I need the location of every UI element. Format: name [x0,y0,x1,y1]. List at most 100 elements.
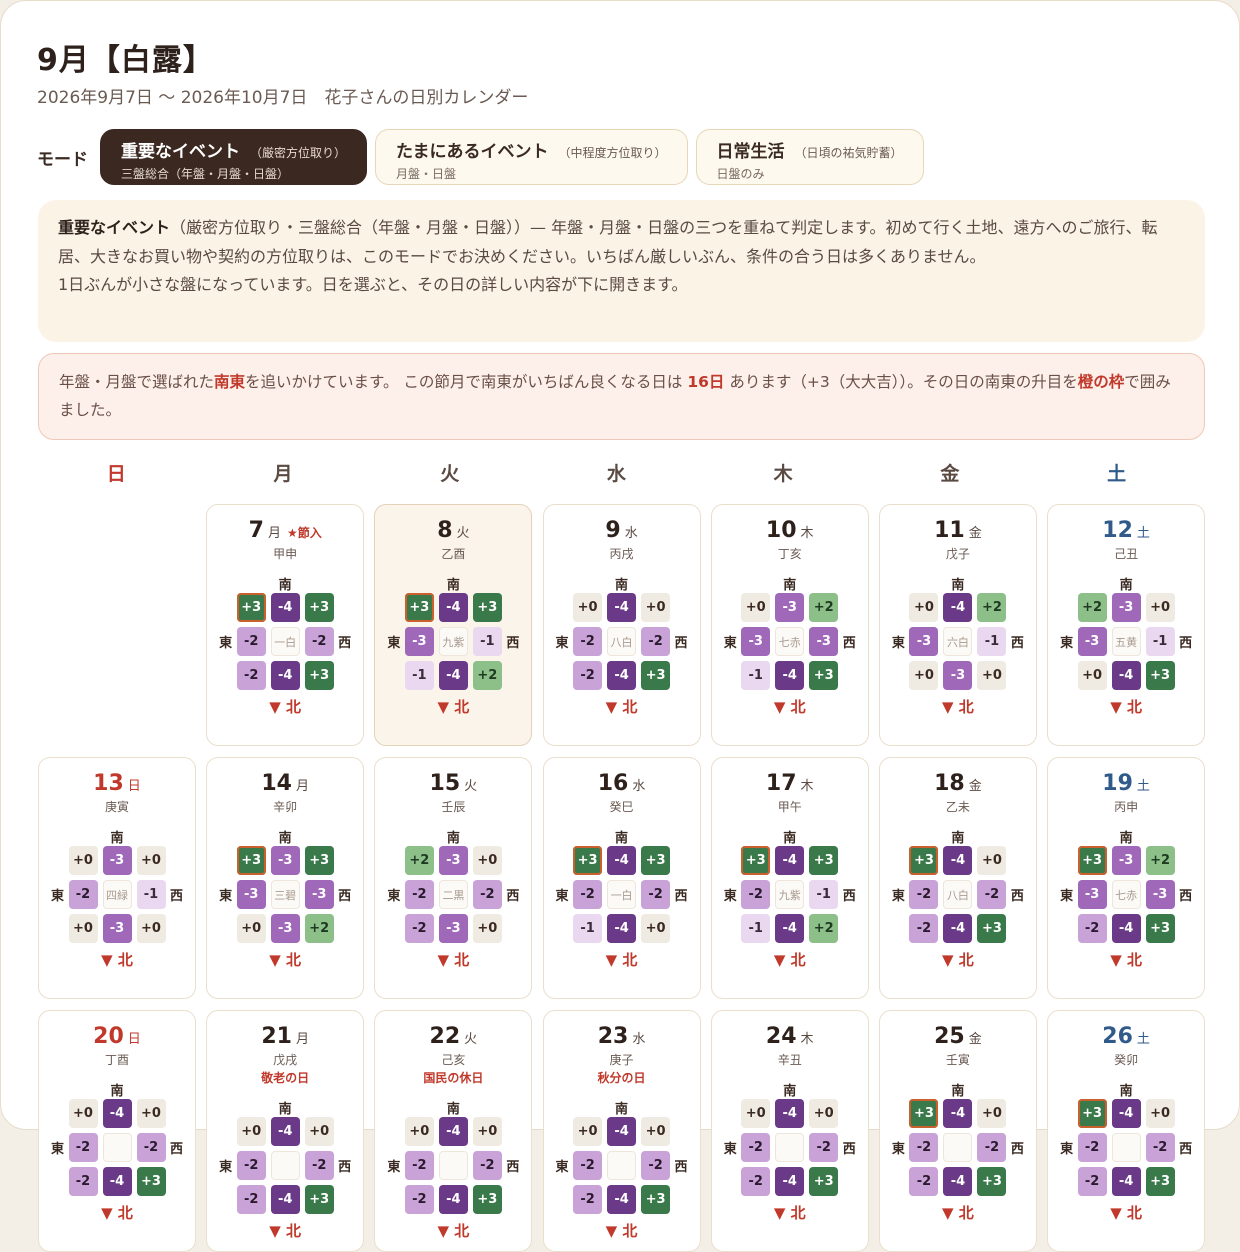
direction-board: +0 -4 +0 -2 -2 -2 -4 +3 [404,1117,502,1214]
day-kanshi: 癸卯 [1114,1053,1139,1067]
west-label: 西 [842,1142,856,1157]
center-star: 一白 [607,880,637,909]
day-cell[interactable]: 24 木辛丑南東 +0 -4 +0 -2 -2 -2 -4 +3 西 ▼ 北 [710,1010,869,1252]
south-label: 南 [446,1102,460,1117]
direction-cell: -4 [270,661,300,690]
day-cell[interactable]: 12 土己丑南東 +2 -3 +0 -3 五黄 -1 +0 -4 +3 西 ▼ 北 [1047,504,1206,746]
east-label: 東 [387,1160,401,1175]
day-kanshi: 壬寅 [945,1053,970,1067]
day-kanshi: 乙酉 [441,547,466,561]
day-cell[interactable]: 15 火壬辰南東 +2 -3 +0 -2 二黒 -2 -2 -3 +0 西 ▼ 北 [374,757,533,999]
weekday-fri: 金 [940,463,960,485]
day-kanshi: 甲午 [777,800,802,814]
day-kanshi: 癸巳 [609,800,634,814]
day-number: 18 [934,771,965,796]
direction-board: +3 -4 +3 -2 一白 -2 -1 -4 +0 [573,846,671,943]
direction-cell: +0 [236,1117,266,1146]
direction-board: +2 -3 +0 -2 二黒 -2 -2 -3 +0 [404,846,502,943]
direction-cell: +0 [641,914,671,943]
day-cell[interactable]: 17 木甲午南東 +3 -4 +3 -2 九紫 -1 -1 -4 +2 西 ▼ 北 [710,757,869,999]
direction-cell: -2 [236,1185,266,1214]
west-label: 西 [506,889,520,904]
day-kanshi: 己亥 [441,1053,466,1067]
center-star [607,1151,637,1180]
day-number: 17 [765,771,797,796]
day-cell[interactable]: 22 火己亥 国民の休日南東 +0 -4 +0 -2 -2 -2 -4 +3 西 ▼ 北 [374,1010,533,1252]
day-weekday: 日 [127,779,141,794]
north-label: ▼ 北 [773,1204,806,1222]
day-weekday: 土 [1136,779,1150,794]
holiday-label: 秋分の日 [597,1071,646,1085]
day-kanshi: 辛丑 [777,1053,802,1067]
direction-cell: -2 [1077,1133,1107,1162]
page-subtitle: 2026年9月7日 〜 2026年10月7日 花子さんの日別カレンダー [37,88,529,108]
day-cell[interactable]: 21 月戊戌 敬老の日南東 +0 -4 +0 -2 -2 -2 -4 +3 西 ▼ 北 [206,1010,365,1252]
direction-cell: -4 [775,914,805,943]
weekday-sat: 土 [1107,463,1127,485]
south-label: 南 [278,578,292,593]
day-cell[interactable]: 20 日丁酉南東 +0 -4 +0 -2 -2 -2 -4 +3 西 ▼ 北 [38,1010,196,1252]
north-label: ▼ 北 [1110,1204,1142,1222]
direction-cell: +3 [136,1167,166,1196]
center-star [438,1151,468,1180]
day-weekday: 金 [968,779,982,794]
north-label: ▼ 北 [1110,951,1142,969]
direction-cell: -2 [472,1151,502,1180]
direction-cell: -2 [404,1151,434,1180]
day-cell[interactable]: 14 月辛卯南東 +3 -3 +3 -3 三碧 -3 +0 -3 +2 西 ▼ 北 [206,757,365,999]
day-cell[interactable]: 8 火乙酉南東 +3 -4 +3 -3 九紫 -1 -1 -4 +2 西 ▼ 北 [374,504,533,746]
direction-cell: -1 [136,880,166,909]
day-cell[interactable]: 23 水庚子 秋分の日南東 +0 -4 +0 -2 -2 -2 -4 +3 西 ▼ 北 [542,1010,701,1252]
direction-cell: -2 [404,1185,434,1214]
direction-cell: +3 [472,1185,502,1214]
day-number: 13 [93,771,124,796]
west-label: 西 [674,636,688,651]
west-label: 西 [1179,636,1193,651]
north-label: ▼ 北 [605,1222,638,1240]
direction-cell: -1 [977,627,1007,656]
direction-cell: +0 [977,1099,1007,1128]
day-cell[interactable]: 19 土丙申南東 +3 -3 +2 -3 七赤 -3 -2 -4 +3 西 ▼ 北 [1047,757,1206,999]
direction-cell: +2 [977,593,1007,622]
east-label: 東 [555,636,569,651]
direction-cell: +2 [1145,846,1175,875]
direction-cell: +3 [1077,1099,1107,1128]
weekday-wed: 水 [606,463,626,485]
mode-button-daily[interactable]: 日常生活 （日頃の祐気貯蓄） 日盤のみ [695,129,924,185]
day-weekday: 月 [295,1032,309,1047]
direction-cell: -2 [809,1133,839,1162]
notice-text: あります（+3（大大吉））。その日の南東の升目を [724,373,1078,391]
west-label: 西 [1010,636,1024,651]
south-label: 南 [783,831,797,846]
day-kanshi: 辛卯 [273,800,298,814]
day-cell[interactable]: 11 金戊子南東 +0 -4 +2 -3 六白 -1 +0 -3 +0 西 ▼ 北 [878,504,1037,746]
east-label: 東 [723,1142,737,1157]
direction-board: +3 -4 +3 -3 九紫 -1 -1 -4 +2 [404,593,502,690]
day-cell[interactable]: 25 金壬寅南東 +3 -4 +0 -2 -2 -2 -4 +3 西 ▼ 北 [878,1010,1037,1252]
direction-board: +3 -4 +3 -2 九紫 -1 -1 -4 +2 [741,846,839,943]
day-cell[interactable]: 18 金乙未南東 +3 -4 +0 -2 八白 -2 -2 -4 +3 西 ▼ 北 [878,757,1037,999]
west-label: 西 [1179,889,1193,904]
day-cell[interactable]: 10 木丁亥南東 +0 -3 +2 -3 七赤 -3 -1 -4 +3 西 ▼ 北 [710,504,869,746]
day-cell[interactable]: 26 土癸卯南東 +3 -4 +0 -2 -2 -2 -4 +3 西 ▼ 北 [1047,1010,1206,1252]
day-number: 10 [765,518,797,543]
direction-cell: +0 [68,1099,98,1128]
day-cell[interactable]: 16 水癸巳南東 +3 -4 +3 -2 一白 -2 -1 -4 +0 西 ▼ 北 [542,757,701,999]
day-cell[interactable]: 13 日庚寅南東 +0 -3 +0 -2 四緑 -1 +0 -3 +0 西 ▼ 北 [38,757,196,999]
day-kanshi: 丁亥 [777,547,802,561]
mode-button-occasional[interactable]: たまにあるイベント （中程度方位取り） 月盤・日盤 [375,129,688,185]
east-label: 東 [891,636,905,651]
mode-button-important[interactable]: 重要なイベント （厳密方位取り） 三盤総合（年盤・月盤・日盤） [100,129,368,185]
direction-cell: -3 [741,627,771,656]
center-star: 四緑 [102,880,132,909]
day-cell[interactable]: 7 月 ★節入 甲申南東 +3 -4 +3 -2 一白 -2 -2 -4 +3 西 ▼ 北 [206,504,365,746]
direction-cell: +2 [304,914,334,943]
direction-cell: +3 [1145,914,1175,943]
direction-cell: -4 [270,593,300,622]
south-label: 南 [1119,1084,1133,1099]
direction-cell: -1 [404,661,434,690]
weekday-header: 日 月 火 水 木 金 土 [38,459,1205,486]
day-cell[interactable]: 9 水丙戌南東 +0 -4 +0 -2 八白 -2 -2 -4 +3 西 ▼ 北 [542,504,701,746]
day-weekday: 月 [267,526,281,541]
direction-cell: +3 [1077,846,1107,875]
